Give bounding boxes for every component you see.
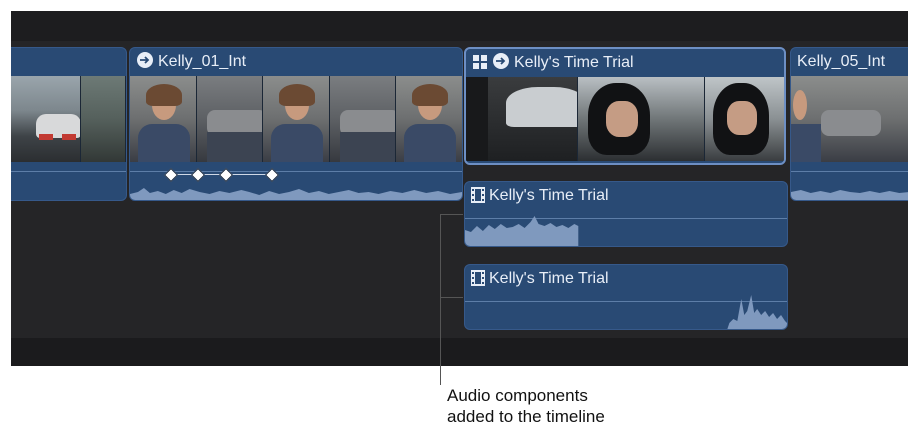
clip-thumbnails [130,76,462,162]
connected-clip-icon [492,52,510,80]
callout-tick [440,214,463,215]
thumbnail [705,77,784,161]
clip-title-label: Kelly's Time Trial [489,187,609,204]
audio-waveform [465,216,579,246]
callout-line [440,214,441,385]
callout-text: Audio components added to the timeline [447,385,697,427]
thumbnail [263,76,330,162]
callout-line-1: Audio components [447,386,588,405]
thumbnail [396,76,462,162]
callout-line-2: added to the timeline [447,407,605,426]
clip-thumbnails [11,76,126,162]
film-strip-icon [471,185,485,213]
timeline[interactable]: Kelly_01_Int Kelly's Time Trial Kelly_05… [11,11,908,366]
clip-title-label: Kelly's Time Trial [489,270,609,287]
thumbnail [196,76,264,162]
thumbnail [11,76,81,162]
clip-title: Kelly's Time Trial [465,182,787,210]
clip-kellys-time-trial[interactable]: Kelly's Time Trial [464,47,786,165]
clip-title-label: Kelly's Time Trial [514,54,634,71]
thumbnail [466,77,578,161]
thumbnail [329,76,397,162]
thumbnail [791,76,908,162]
audio-component-clip[interactable]: Kelly's Time Trial [464,264,788,330]
clip-title-label: Kelly_01_Int [158,53,247,70]
clip-title: Kelly_01_Int [130,48,462,76]
audio-component-clip[interactable]: Kelly's Time Trial [464,181,788,247]
thumbnail [130,76,197,162]
thumbnail [577,77,705,161]
timeline-ruler-band [11,11,908,41]
audio-line [11,171,126,172]
audio-line [130,171,462,172]
clip-kelly-05-int[interactable]: Kelly_05_Int [790,47,908,201]
clip-thumbnails [466,77,784,161]
clip-title: Kelly_05_Int [791,48,908,76]
timeline-bottom-band [11,338,908,366]
clip-thumbnails [791,76,908,162]
audio-waveform [130,188,462,200]
callout-tick [440,297,463,298]
clip-title: Kelly's Time Trial [466,49,784,77]
clip-title-label: Kelly_05_Int [797,53,886,70]
thumbnail [80,76,126,162]
audio-line [791,171,908,172]
clip-kelly-01-int[interactable]: Kelly_01_Int [129,47,463,201]
audio-waveform [791,190,908,200]
connected-clip-icon [136,51,154,79]
film-strip-icon [471,268,485,296]
multicam-icon [472,52,488,80]
clip-title: Kelly's Time Trial [465,265,787,293]
audio-waveform [727,295,787,329]
clip-car[interactable] [11,47,127,201]
